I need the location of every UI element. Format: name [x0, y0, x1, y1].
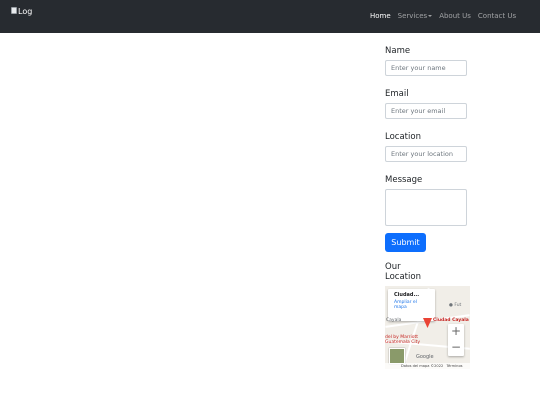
location-input[interactable]	[385, 146, 467, 162]
map-poi-fut: Fut	[454, 303, 462, 308]
caret-down-icon	[428, 15, 433, 17]
map-card-title: Ciudad...	[394, 292, 420, 298]
name-group: Name	[385, 46, 475, 76]
map-enlarge-link[interactable]: Ampliar el mapa	[394, 300, 429, 310]
zoom-out-button[interactable]: −	[448, 340, 464, 356]
map-pin-icon[interactable]	[423, 316, 432, 328]
our-location-heading: Our Location	[385, 262, 421, 282]
logo-alt-text: Log	[18, 7, 33, 16]
location-group: Location	[385, 132, 475, 162]
name-input[interactable]	[385, 60, 467, 76]
nav-link-about[interactable]: About Us	[439, 12, 471, 20]
map-poi-hotel[interactable]: del by Marriott Guatemala City	[385, 335, 435, 345]
location-label: Location	[385, 132, 421, 142]
map-poi-fut-icon[interactable]: ● Fut	[449, 303, 461, 308]
map-zoom-control: + −	[448, 324, 464, 356]
email-input[interactable]	[385, 103, 467, 119]
map-embed[interactable]: Ciudad... Ampliar el mapa Cayala ● Fut C…	[385, 286, 470, 369]
email-group: Email	[385, 89, 475, 119]
contact-form: Name Email Location Message Submit	[385, 46, 475, 252]
message-label: Message	[385, 175, 423, 185]
nav-link-contact[interactable]: Contact Us	[478, 12, 516, 20]
map-attribution: Datos del mapa ©2022 Términos	[385, 363, 470, 369]
message-group: Message	[385, 175, 475, 226]
nav-link-home[interactable]: Home	[370, 12, 391, 20]
map-poi-place[interactable]: Ciudad Cayala	[433, 318, 469, 323]
name-label: Name	[385, 46, 411, 56]
logo[interactable]: Log	[11, 7, 32, 16]
nav-link-services[interactable]: Services	[398, 12, 433, 20]
google-logo: Google	[416, 354, 434, 360]
message-textarea[interactable]	[385, 189, 467, 226]
navbar: Log Home Services About Us Contact Us	[0, 0, 540, 33]
submit-button[interactable]: Submit	[385, 233, 426, 252]
nav-links: Home Services About Us Contact Us	[370, 12, 523, 20]
broken-image-icon	[11, 7, 17, 14]
map-data-attribution: Datos del mapa ©2022	[401, 364, 444, 368]
map-area-label: Cayala	[386, 318, 402, 323]
nav-link-services-label: Services	[397, 12, 428, 20]
map-terms-link[interactable]: Términos	[446, 364, 462, 368]
zoom-in-button[interactable]: +	[448, 324, 464, 340]
satellite-toggle[interactable]	[389, 348, 405, 364]
email-label: Email	[385, 89, 409, 99]
